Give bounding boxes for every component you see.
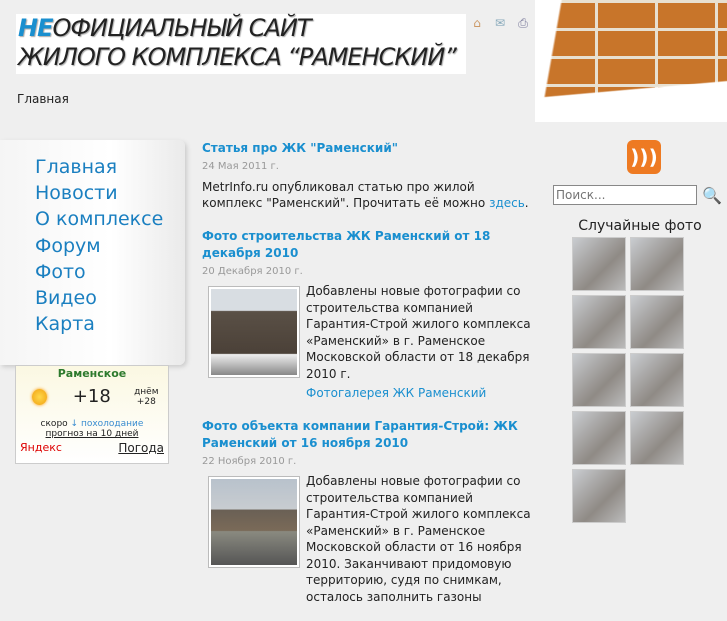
nav-news[interactable]: Новости: [35, 180, 185, 206]
news-date: 22 Ноября 2010 г.: [202, 455, 297, 467]
weather-city: Раменское: [57, 367, 127, 380]
sun-icon: [32, 388, 47, 405]
news-text: MetrInfo.ru опубликовал статью про жилой…: [202, 179, 490, 211]
news-item: Фото объекта компании Гарантия-Строй: ЖК…: [202, 418, 537, 606]
random-photo[interactable]: [630, 353, 684, 407]
punct: .: [524, 196, 529, 210]
home-icon[interactable]: ⌂: [470, 16, 484, 30]
nav-home[interactable]: Главная: [35, 154, 185, 180]
site-logo[interactable]: НЕОФИЦИАЛЬНЫЙ САЙТ ЖИЛОГО КОМПЛЕКСА “РАМЕ…: [16, 14, 466, 74]
news-title[interactable]: Фото объекта компании Гарантия-Строй: ЖК…: [202, 418, 537, 452]
news-thumbnail[interactable]: [208, 476, 300, 568]
gallery-link[interactable]: Фотогалерея ЖК Раменский: [306, 385, 537, 402]
right-sidebar: ))) 🔍 Случайные фото: [553, 140, 727, 523]
weather-soon: скоро: [40, 419, 68, 429]
brick-wall-decoration: [535, 0, 727, 122]
random-photos-title: Случайные фото: [578, 218, 702, 234]
nav-map[interactable]: Карта: [35, 311, 185, 337]
news-item: Фото строительства ЖК Раменский от 18 де…: [202, 228, 537, 402]
weather-temp: +18: [72, 386, 111, 407]
news-thumbnail[interactable]: [208, 286, 300, 378]
forecast-link[interactable]: прогноз на 10 дней: [16, 429, 168, 439]
news-title[interactable]: Фото строительства ЖК Раменский от 18 де…: [202, 228, 537, 262]
yandex-logo[interactable]: Яндекс: [20, 441, 62, 455]
random-photo[interactable]: [630, 237, 684, 291]
random-photo[interactable]: [572, 353, 626, 407]
print-icon[interactable]: ⎙: [516, 16, 530, 30]
weather-link[interactable]: Погода: [118, 441, 164, 455]
news-text: Добавлены новые фотографии со строительс…: [306, 474, 531, 604]
weather-day: днём +28: [134, 386, 159, 407]
news-date: 20 Декабря 2010 г.: [202, 265, 303, 277]
breadcrumb: Главная: [17, 92, 69, 106]
nav-video[interactable]: Видео: [35, 285, 185, 311]
random-photo[interactable]: [572, 411, 626, 465]
random-photo[interactable]: [572, 295, 626, 349]
nav-photo[interactable]: Фото: [35, 259, 185, 285]
weather-widget: Раменское +18 днём +28 скоро ↓ похолодани…: [15, 365, 169, 464]
news-date: 24 Мая 2011 г.: [202, 161, 279, 172]
search-icon[interactable]: 🔍: [702, 186, 722, 205]
weather-trend[interactable]: ↓ похолодание: [71, 419, 144, 429]
main-nav: Главная Новости О комплексе Форум Фото В…: [0, 140, 185, 365]
random-photo[interactable]: [630, 295, 684, 349]
rss-icon[interactable]: ))): [627, 140, 661, 174]
news-list: Статья про ЖК "Раменский" 24 Мая 2011 г.…: [202, 140, 537, 621]
random-photo[interactable]: [572, 237, 626, 291]
random-photos-grid: [572, 237, 727, 523]
nav-about[interactable]: О комплексе: [35, 206, 185, 232]
news-title[interactable]: Статья про ЖК "Раменский": [202, 140, 537, 157]
random-photo[interactable]: [572, 469, 626, 523]
news-item: Статья про ЖК "Раменский" 24 Мая 2011 г.…: [202, 140, 537, 212]
news-text: Добавлены новые фотографии со строительс…: [306, 284, 531, 381]
search-input[interactable]: [553, 185, 697, 205]
here-link[interactable]: здесь: [489, 196, 525, 210]
mail-icon[interactable]: ✉: [493, 16, 507, 30]
random-photo[interactable]: [630, 411, 684, 465]
nav-forum[interactable]: Форум: [35, 233, 185, 259]
